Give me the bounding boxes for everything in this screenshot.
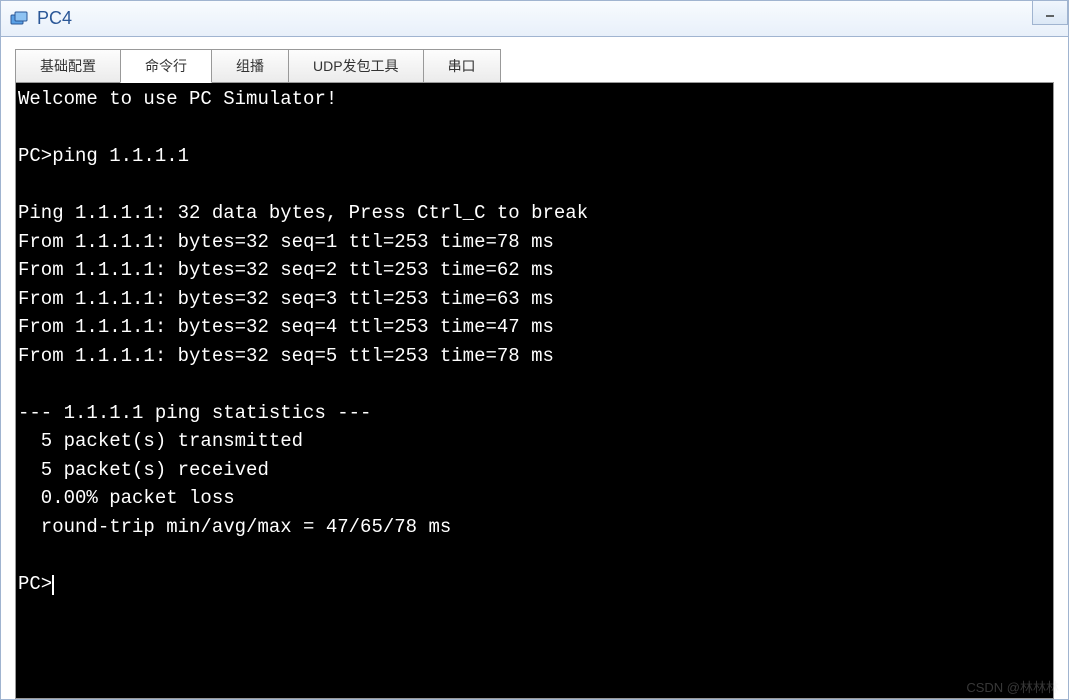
tab-command-line[interactable]: 命令行 (120, 49, 212, 83)
tab-serial[interactable]: 串口 (423, 49, 501, 83)
tab-multicast[interactable]: 组播 (211, 49, 289, 83)
terminal-line: From 1.1.1.1: bytes=32 seq=4 ttl=253 tim… (18, 313, 1051, 342)
terminal-line (18, 114, 1051, 143)
minimize-button[interactable] (1032, 1, 1068, 25)
terminal[interactable]: Welcome to use PC Simulator! PC>ping 1.1… (15, 82, 1054, 699)
terminal-line: PC> (18, 570, 1051, 599)
window-title: PC4 (37, 8, 72, 29)
terminal-line: Ping 1.1.1.1: 32 data bytes, Press Ctrl_… (18, 199, 1051, 228)
terminal-line: 5 packet(s) transmitted (18, 427, 1051, 456)
terminal-line (18, 541, 1051, 570)
titlebar: PC4 (1, 1, 1068, 37)
window-controls (1032, 1, 1068, 25)
terminal-line: From 1.1.1.1: bytes=32 seq=5 ttl=253 tim… (18, 342, 1051, 371)
terminal-line: 5 packet(s) received (18, 456, 1051, 485)
terminal-line: --- 1.1.1.1 ping statistics --- (18, 399, 1051, 428)
app-icon (9, 9, 29, 29)
tab-basic-config[interactable]: 基础配置 (15, 49, 121, 83)
terminal-line: From 1.1.1.1: bytes=32 seq=3 ttl=253 tim… (18, 285, 1051, 314)
tab-bar: 基础配置 命令行 组播 UDP发包工具 串口 (15, 49, 1054, 83)
terminal-line (18, 171, 1051, 200)
terminal-line: Welcome to use PC Simulator! (18, 85, 1051, 114)
app-window: PC4 基础配置 命令行 组播 UDP发包工具 串口 Welcome to us… (0, 0, 1069, 700)
terminal-line: 0.00% packet loss (18, 484, 1051, 513)
terminal-line: PC>ping 1.1.1.1 (18, 142, 1051, 171)
terminal-line (18, 370, 1051, 399)
terminal-line: From 1.1.1.1: bytes=32 seq=2 ttl=253 tim… (18, 256, 1051, 285)
terminal-cursor (52, 575, 54, 595)
tab-udp-tool[interactable]: UDP发包工具 (288, 49, 424, 83)
terminal-line: From 1.1.1.1: bytes=32 seq=1 ttl=253 tim… (18, 228, 1051, 257)
terminal-line: round-trip min/avg/max = 47/65/78 ms (18, 513, 1051, 542)
content-area: 基础配置 命令行 组播 UDP发包工具 串口 Welcome to use PC… (1, 37, 1068, 699)
